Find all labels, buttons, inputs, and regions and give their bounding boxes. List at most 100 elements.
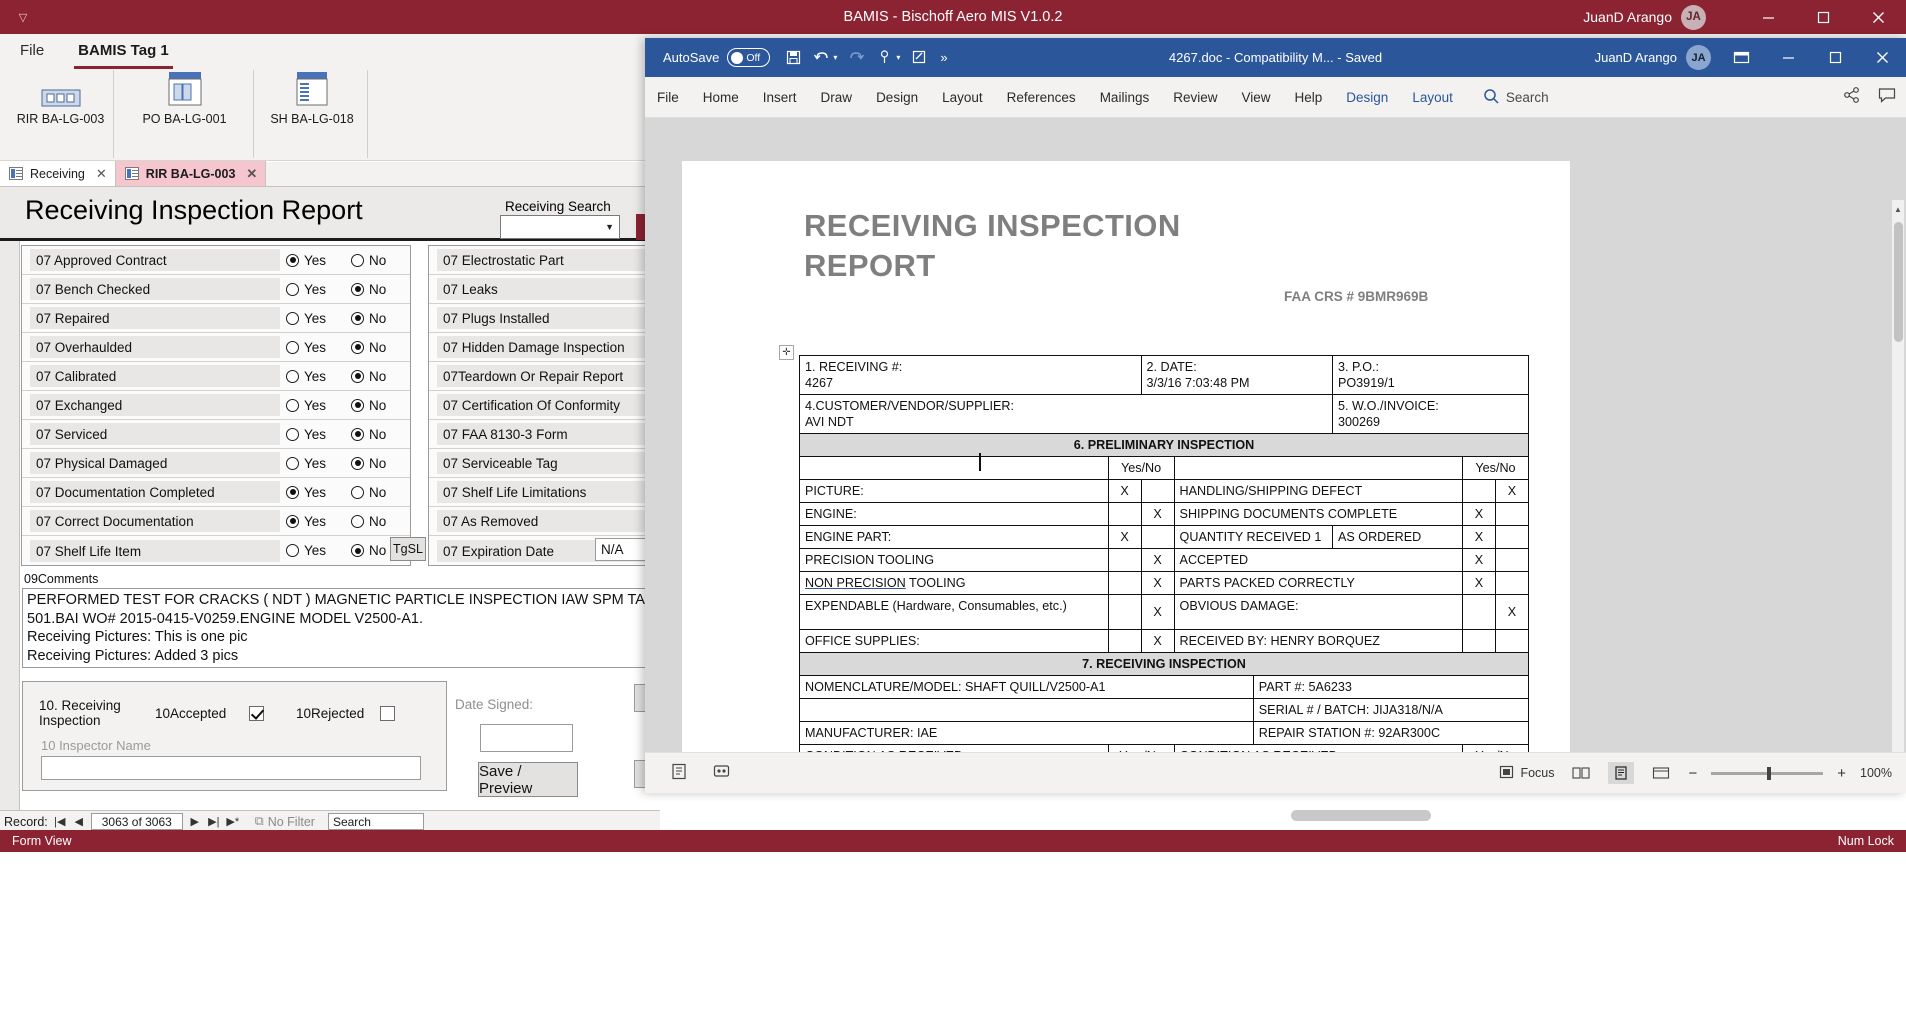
yes-option[interactable]: Yes — [286, 514, 341, 529]
no-option[interactable]: No — [351, 282, 406, 297]
close-icon[interactable]: ✕ — [96, 166, 107, 182]
inspector-name-input[interactable] — [41, 756, 421, 780]
yes-option[interactable]: Yes — [286, 340, 341, 355]
accepted-checkbox[interactable] — [249, 705, 264, 721]
zoom-level[interactable]: 100% — [1860, 766, 1892, 780]
no-radio[interactable] — [351, 398, 364, 412]
no-radio[interactable] — [351, 514, 364, 528]
yes-option[interactable]: Yes — [286, 369, 341, 384]
record-position[interactable]: 3063 of 3063 — [90, 813, 183, 830]
yes-option[interactable]: Yes — [286, 253, 341, 268]
yes-radio[interactable] — [286, 456, 299, 470]
filter-status[interactable]: ⧉ No Filter — [255, 814, 315, 829]
yes-option[interactable]: Yes — [286, 456, 341, 471]
table-move-handle[interactable]: ✛ — [779, 345, 794, 360]
yes-radio[interactable] — [286, 485, 299, 499]
yes-radio[interactable] — [286, 369, 299, 383]
scrollbar-thumb[interactable] — [1894, 222, 1903, 342]
redo-icon[interactable] — [849, 51, 865, 65]
word-tab-home[interactable]: Home — [691, 86, 751, 109]
save-preview-button[interactable]: Save / Preview — [478, 762, 578, 797]
comments-textarea[interactable]: PERFORMED TEST FOR CRACKS ( NDT ) MAGNET… — [22, 588, 660, 668]
no-radio[interactable] — [351, 485, 364, 499]
word-tab-layout[interactable]: Layout — [930, 86, 995, 109]
yes-option[interactable]: Yes — [286, 427, 341, 442]
zoom-slider-knob[interactable] — [1767, 766, 1772, 780]
yes-option[interactable]: Yes — [286, 398, 341, 413]
word-tab-file[interactable]: File — [645, 86, 691, 109]
rejected-checkbox[interactable] — [380, 705, 395, 721]
yes-option[interactable]: Yes — [286, 282, 341, 297]
tgsl-button[interactable]: TgSL — [390, 537, 426, 561]
next-record-icon[interactable]: ▶ — [188, 815, 202, 828]
ribbon-tab-bamis-tag-1[interactable]: BAMIS Tag 1 — [68, 37, 179, 69]
ribbon-tab-file[interactable]: File — [10, 37, 54, 65]
access-account-area[interactable]: JuanD Arango JA — [1583, 0, 1706, 34]
scroll-up-icon[interactable]: ▲ — [1892, 202, 1904, 216]
word-tab-review[interactable]: Review — [1161, 86, 1229, 109]
no-option[interactable]: No — [351, 311, 406, 326]
undo-dropdown-icon[interactable]: ▾ — [833, 53, 837, 62]
yes-radio[interactable] — [286, 253, 299, 267]
zoom-out-button[interactable]: − — [1688, 765, 1697, 782]
word-tab-mailings[interactable]: Mailings — [1088, 86, 1162, 109]
word-tab-help[interactable]: Help — [1283, 86, 1335, 109]
no-option[interactable]: No — [351, 369, 406, 384]
word-tab-layout[interactable]: Layout — [1400, 86, 1465, 109]
word-tab-draw[interactable]: Draw — [809, 86, 865, 109]
new-record-icon[interactable]: ▶* — [226, 815, 240, 828]
no-radio[interactable] — [351, 456, 364, 470]
touch-mode-icon[interactable] — [877, 50, 892, 65]
maximize-icon[interactable] — [1812, 38, 1859, 77]
yes-option[interactable]: Yes — [286, 485, 341, 500]
horizontal-scrollbar[interactable] — [1291, 810, 1431, 821]
yes-radio[interactable] — [286, 311, 299, 325]
undo-icon[interactable] — [813, 51, 829, 65]
no-radio[interactable] — [351, 340, 364, 354]
no-radio[interactable] — [351, 282, 364, 296]
no-option[interactable]: No — [351, 398, 406, 413]
focus-button[interactable]: Focus — [1499, 765, 1554, 782]
ribbon-button-sh-ba-lg-018[interactable]: SH BA-LG-018 Shipping Screen Form — [252, 70, 372, 178]
no-radio[interactable] — [351, 369, 364, 383]
zoom-slider[interactable] — [1711, 766, 1824, 780]
no-option[interactable]: No — [351, 427, 406, 442]
word-document-canvas[interactable]: RECEIVING INSPECTION REPORT FAA CRS # 9B… — [645, 118, 1906, 752]
minimize-icon[interactable] — [1741, 0, 1796, 34]
object-tab-rir-ba-lg-003[interactable]: RIR BA-LG-003 ✕ — [115, 161, 267, 186]
word-tab-design[interactable]: Design — [1334, 86, 1400, 109]
object-tab-receiving[interactable]: Receiving ✕ — [0, 161, 116, 186]
close-icon[interactable] — [1851, 0, 1906, 34]
yes-option[interactable]: Yes — [286, 543, 341, 558]
yes-radio[interactable] — [286, 340, 299, 354]
no-radio[interactable] — [351, 427, 364, 441]
last-record-icon[interactable]: ▶| — [207, 815, 221, 828]
previous-record-icon[interactable]: ◀ — [72, 815, 86, 828]
no-option[interactable]: No — [351, 340, 406, 355]
close-icon[interactable] — [1859, 38, 1906, 77]
yes-radio[interactable] — [286, 514, 299, 528]
yes-radio[interactable] — [286, 398, 299, 412]
no-option[interactable]: No — [351, 514, 406, 529]
save-icon[interactable] — [786, 50, 801, 65]
no-radio[interactable] — [351, 253, 364, 267]
ribbon-button-rir-ba-lg-003[interactable]: RIR BA-LG-003 Receiving Screen Form — [0, 70, 123, 178]
macro-icon[interactable] — [713, 763, 731, 783]
share-icon[interactable] — [1843, 86, 1860, 108]
yes-radio[interactable] — [286, 544, 299, 557]
read-mode-icon[interactable] — [1568, 762, 1594, 784]
word-account-area[interactable]: JuanD Arango JA — [1595, 38, 1711, 77]
no-radio[interactable] — [351, 311, 364, 325]
touch-mode-dropdown-icon[interactable]: ▾ — [896, 53, 900, 62]
ribbon-display-options-icon[interactable] — [1719, 38, 1763, 77]
accessibility-icon[interactable] — [671, 763, 689, 783]
autosave-control[interactable]: AutoSave Off — [663, 48, 771, 67]
no-option[interactable]: No — [351, 456, 406, 471]
yes-radio[interactable] — [286, 427, 299, 441]
first-record-icon[interactable]: |◀ — [53, 815, 67, 828]
zoom-in-button[interactable]: + — [1837, 765, 1846, 782]
no-option[interactable]: No — [351, 253, 406, 268]
quick-print-icon[interactable] — [912, 50, 928, 65]
word-tab-insert[interactable]: Insert — [751, 86, 809, 109]
word-tab-view[interactable]: View — [1229, 86, 1282, 109]
